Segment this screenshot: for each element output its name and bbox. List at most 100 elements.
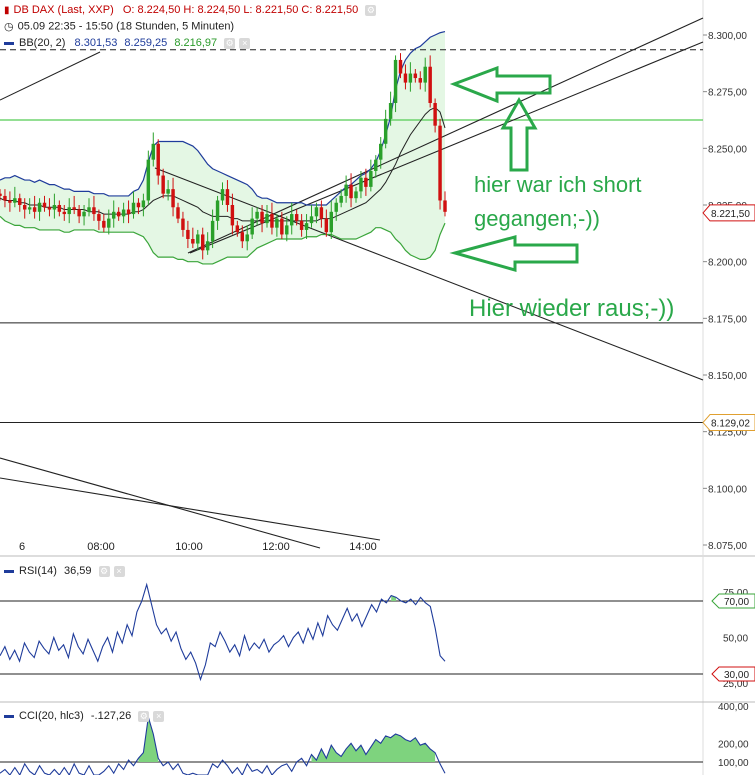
candle-body: [8, 200, 12, 203]
arrow-left-icon: [449, 65, 552, 104]
last-price-label: 8.221,50: [711, 209, 750, 220]
candle-body: [339, 195, 343, 203]
ohlc-values: O: 8.224,50 H: 8.224,50 L: 8.221,50 C: 8…: [122, 4, 359, 16]
candle-body: [220, 189, 225, 201]
candle-body: [369, 171, 373, 187]
candle-body: [13, 198, 17, 203]
candle-body: [52, 205, 57, 210]
candle-body: [171, 189, 175, 208]
candle-body: [107, 218, 111, 228]
settings-icon[interactable]: ⚙: [365, 4, 377, 16]
candle-body: [423, 66, 427, 83]
candle-body: [354, 191, 358, 199]
candle-body: [383, 118, 388, 144]
candle-body: [344, 184, 348, 196]
candle-body: [413, 73, 418, 79]
chart-type-icon: ▮: [4, 4, 10, 16]
y-tick-label: 8.075,00: [708, 541, 747, 552]
rsi-legend: RSI(14) 36,59 ⚙ ×: [4, 565, 125, 577]
annotation-arrows: [449, 65, 579, 272]
candle-body: [82, 211, 86, 217]
candle-body: [299, 220, 304, 230]
bb-color-swatch: [4, 41, 14, 45]
settings-icon[interactable]: ⚙: [98, 565, 110, 577]
close-icon[interactable]: ×: [239, 37, 251, 49]
candle-body: [97, 214, 101, 221]
rsi-value: 36,59: [63, 565, 92, 577]
candle-body: [116, 211, 121, 217]
settings-icon[interactable]: ⚙: [138, 710, 150, 722]
candle-body: [112, 211, 116, 219]
candle-body: [156, 143, 160, 176]
candle-body: [131, 202, 136, 215]
period-text: 05.09 22:35 - 15:50 (18 Stunden, 5 Minut…: [17, 20, 235, 33]
candle-body: [72, 207, 76, 210]
candle-body: [443, 200, 447, 212]
candle-body: [240, 232, 244, 242]
bollinger-band-fill: [0, 31, 445, 264]
candle-body: [418, 78, 422, 83]
candle-body: [403, 73, 408, 83]
rsi-tick-label: 50,00: [723, 634, 748, 645]
rsi-color-swatch: [4, 569, 14, 573]
candle-body: [265, 214, 269, 224]
annotation-exit: Hier wieder raus;-)): [469, 295, 675, 322]
bb-name: BB(20, 2): [19, 37, 66, 49]
rsi-level-label: 70,00: [724, 597, 749, 608]
candle-body: [191, 239, 195, 244]
candle-body: [270, 214, 274, 228]
candle-body: [408, 73, 413, 83]
y-tick-label: 8.250,00: [708, 144, 747, 155]
candle-body: [334, 202, 338, 212]
y-tick-label: 8.175,00: [708, 314, 747, 325]
candle-body: [230, 205, 235, 226]
x-tick-label: 14:00: [349, 541, 377, 553]
candle-body: [398, 59, 403, 74]
candle-body: [67, 207, 71, 215]
candle-body: [57, 205, 62, 212]
trend-line: [0, 477, 381, 541]
close-icon[interactable]: ×: [113, 565, 125, 577]
candle-body: [314, 207, 319, 217]
candle-body: [285, 225, 289, 235]
cci-tick-label: 400,00: [718, 702, 749, 713]
rsi-line: [0, 582, 446, 682]
main-price-panel: 8.300,008.275,008.250,008.225,008.200,00…: [0, 0, 755, 775]
candle-body: [121, 209, 126, 217]
close-icon[interactable]: ×: [153, 710, 165, 722]
candle-body: [294, 214, 299, 221]
candle-body: [42, 202, 47, 208]
candle-body: [32, 207, 37, 212]
cci-value: -.127,26: [90, 710, 132, 722]
candle-body: [196, 234, 200, 244]
candle-body: [186, 229, 190, 239]
annotation-short: hier war ich short: [474, 172, 642, 197]
bb-legend: BB(20, 2) 8.301,53 8.259,25 8.216,97 ⚙ ×: [4, 37, 251, 49]
trend-line: [0, 51, 101, 101]
candle-body: [433, 103, 437, 126]
bb-upper-value: 8.301,53: [74, 37, 118, 49]
candle-body: [62, 211, 66, 215]
candle-body: [250, 218, 254, 235]
candle-body: [146, 159, 151, 201]
settings-icon[interactable]: ⚙: [224, 37, 236, 49]
candle-body: [210, 220, 215, 242]
candle-body: [3, 195, 7, 201]
y-tick-label: 8.100,00: [708, 484, 747, 495]
candle-body: [379, 143, 383, 160]
candle-body: [215, 200, 220, 221]
annotation-short-2: gegangen;-)): [474, 206, 600, 231]
candle-body: [304, 223, 309, 230]
x-tick-label: 10:00: [175, 541, 203, 553]
cci-name: CCI(20, hlc3): [19, 710, 84, 722]
candle-body: [77, 209, 81, 217]
candle-body: [23, 205, 27, 210]
instrument-header: ▮ DB DAX (Last, XXP) O: 8.224,50 H: 8.224…: [4, 4, 377, 16]
candle-body: [359, 177, 363, 192]
candle-body: [388, 103, 393, 119]
candle-body: [201, 234, 205, 251]
candle-body: [393, 59, 398, 103]
trend-line: [0, 457, 321, 549]
candle-body: [18, 198, 22, 205]
candle-body: [181, 218, 185, 230]
